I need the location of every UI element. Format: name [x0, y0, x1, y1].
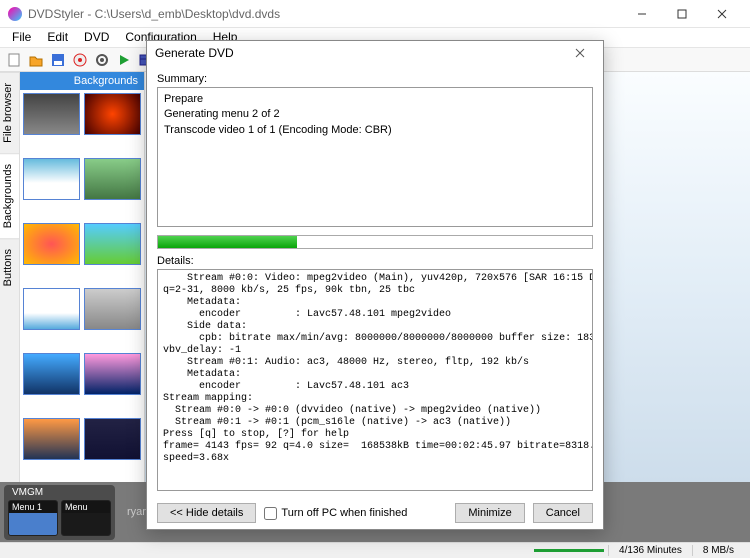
menu-dvd[interactable]: DVD [76, 28, 117, 47]
bg-thumb[interactable] [84, 158, 141, 200]
cancel-button[interactable]: Cancel [533, 503, 593, 523]
bg-thumb[interactable] [84, 288, 141, 330]
bg-thumb[interactable] [23, 288, 80, 330]
summary-box[interactable]: Prepare Generating menu 2 of 2 Transcode… [157, 87, 593, 227]
turn-off-checkbox-input[interactable] [264, 507, 277, 520]
titlebar: DVDStyler - C:\Users\d_emb\Desktop\dvd.d… [0, 0, 750, 28]
menu-edit[interactable]: Edit [39, 28, 76, 47]
open-icon[interactable] [26, 50, 46, 70]
side-tabs: File browser Backgrounds Buttons [0, 72, 20, 482]
summary-line: Transcode video 1 of 1 (Encoding Mode: C… [164, 123, 586, 138]
bg-thumb[interactable] [23, 93, 80, 135]
backgrounds-panel: Backgrounds [20, 72, 145, 482]
burn-icon[interactable] [70, 50, 90, 70]
backgrounds-grid[interactable] [20, 90, 144, 482]
backgrounds-header: Backgrounds [20, 72, 144, 90]
status-accent [534, 549, 604, 552]
turn-off-checkbox[interactable]: Turn off PC when finished [264, 507, 407, 520]
hide-details-button[interactable]: << Hide details [157, 503, 256, 523]
status-minutes: 4/136 Minutes [608, 545, 692, 556]
minimize-button[interactable] [622, 2, 662, 26]
status-speed: 8 MB/s [692, 545, 744, 556]
tab-file-browser[interactable]: File browser [0, 72, 19, 153]
bg-thumb[interactable] [23, 158, 80, 200]
timeline-group-vmgm: VMGM Menu 1 Menu [4, 485, 115, 540]
minimize-button[interactable]: Minimize [455, 503, 524, 523]
settings-icon[interactable] [92, 50, 112, 70]
bg-thumb[interactable] [23, 418, 80, 460]
tab-buttons[interactable]: Buttons [0, 238, 19, 296]
summary-line: Prepare [164, 92, 586, 107]
menu-file[interactable]: File [4, 28, 39, 47]
bg-thumb[interactable] [84, 418, 141, 460]
summary-line: Generating menu 2 of 2 [164, 107, 586, 122]
timeline-item-label: Menu [62, 501, 110, 513]
bg-thumb[interactable] [23, 353, 80, 395]
bg-thumb[interactable] [84, 93, 141, 135]
close-button[interactable] [702, 2, 742, 26]
dialog-close-icon[interactable] [575, 48, 595, 58]
bg-thumb[interactable] [23, 223, 80, 265]
timeline-group-label: VMGM [8, 487, 111, 500]
maximize-button[interactable] [662, 2, 702, 26]
statusbar: 4/136 Minutes 8 MB/s [0, 542, 750, 558]
summary-label: Summary: [157, 73, 593, 85]
timeline-thumb [62, 513, 110, 535]
dialog-footer: << Hide details Turn off PC when finishe… [147, 497, 603, 529]
timeline-thumb [9, 513, 57, 535]
dialog-titlebar: Generate DVD [147, 41, 603, 65]
tab-backgrounds[interactable]: Backgrounds [0, 153, 19, 238]
run-icon[interactable] [114, 50, 134, 70]
timeline-item[interactable]: Menu 1 [8, 500, 58, 536]
new-icon[interactable] [4, 50, 24, 70]
generate-dvd-dialog: Generate DVD Summary: Prepare Generating… [146, 40, 604, 530]
timeline-item[interactable]: Menu [61, 500, 111, 536]
turn-off-checkbox-label: Turn off PC when finished [281, 507, 407, 519]
app-icon [8, 7, 22, 21]
bg-thumb[interactable] [84, 353, 141, 395]
progress-bar [157, 235, 593, 249]
dialog-title: Generate DVD [155, 46, 575, 60]
details-label: Details: [157, 255, 593, 267]
window-title: DVDStyler - C:\Users\d_emb\Desktop\dvd.d… [28, 7, 622, 21]
details-box[interactable]: Stream #0:0: Video: mpeg2video (Main), y… [157, 269, 593, 491]
timeline-item-label: Menu 1 [9, 501, 57, 513]
progress-fill [158, 236, 297, 248]
save-icon[interactable] [48, 50, 68, 70]
bg-thumb[interactable] [84, 223, 141, 265]
